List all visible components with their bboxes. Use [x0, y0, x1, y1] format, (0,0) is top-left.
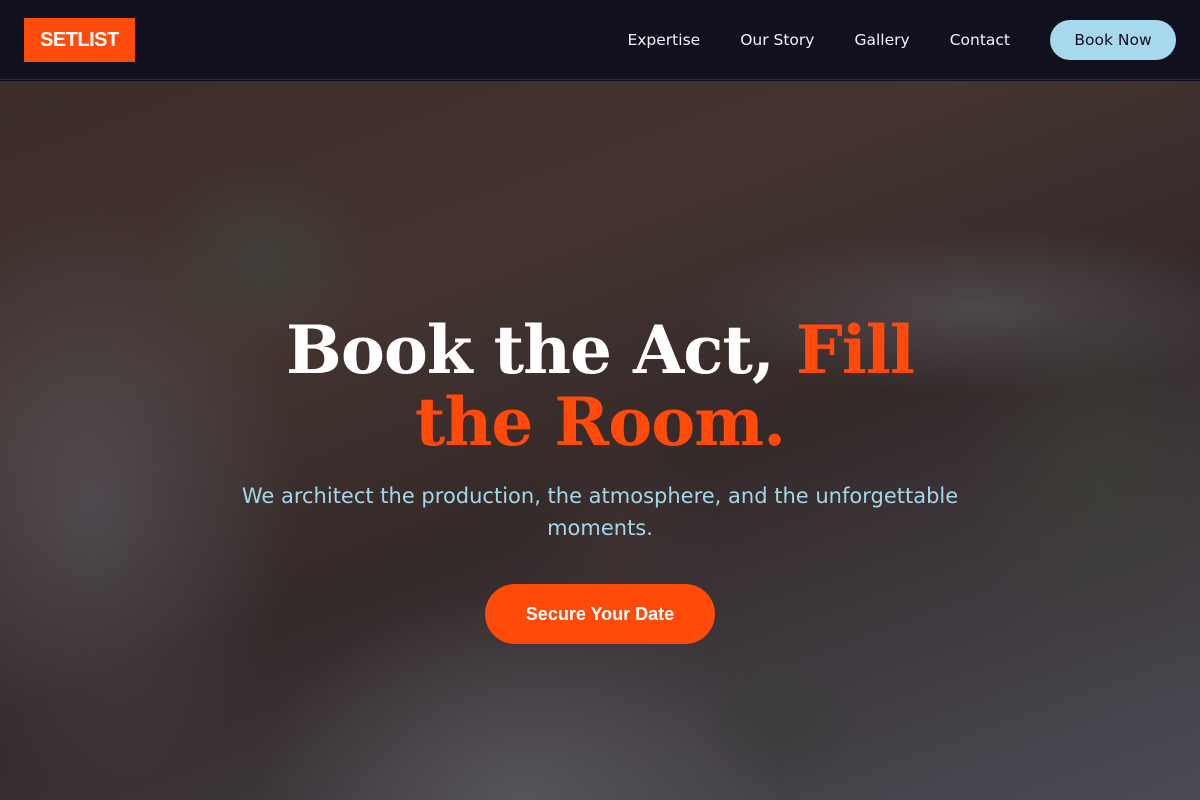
headline-plain: Book the Act, [286, 311, 796, 389]
hero-subtitle: We architect the production, the atmosph… [241, 484, 959, 540]
nav-link-expertise[interactable]: Expertise [627, 31, 700, 49]
hero-section: Book the Act, Fill the Room. We architec… [0, 81, 1200, 800]
nav-link-contact[interactable]: Contact [950, 31, 1010, 49]
nav-link-our-story[interactable]: Our Story [740, 31, 814, 49]
logo[interactable]: SETLIST [24, 17, 135, 62]
secure-date-button[interactable]: Secure Your Date [485, 584, 715, 644]
hero-content: Book the Act, Fill the Room. We architec… [0, 81, 1200, 800]
hero-headline: Book the Act, Fill the Room. [220, 314, 980, 458]
nav-links: Expertise Our Story Gallery Contact [627, 31, 1010, 49]
book-now-button[interactable]: Book Now [1050, 19, 1176, 60]
nav-link-gallery[interactable]: Gallery [854, 31, 909, 49]
top-nav: SETLIST Expertise Our Story Gallery Cont… [0, 0, 1200, 80]
